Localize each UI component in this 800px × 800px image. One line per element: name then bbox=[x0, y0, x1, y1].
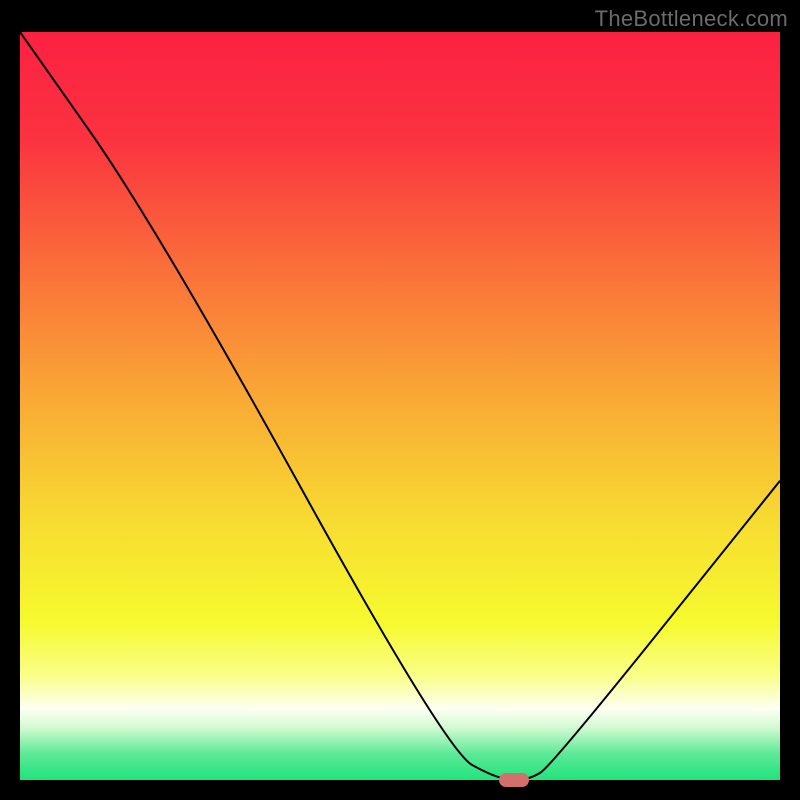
bottleneck-plot bbox=[0, 0, 800, 800]
chart-container: TheBottleneck.com bbox=[0, 0, 800, 800]
optimum-marker bbox=[499, 773, 529, 787]
plot-background bbox=[20, 32, 780, 780]
